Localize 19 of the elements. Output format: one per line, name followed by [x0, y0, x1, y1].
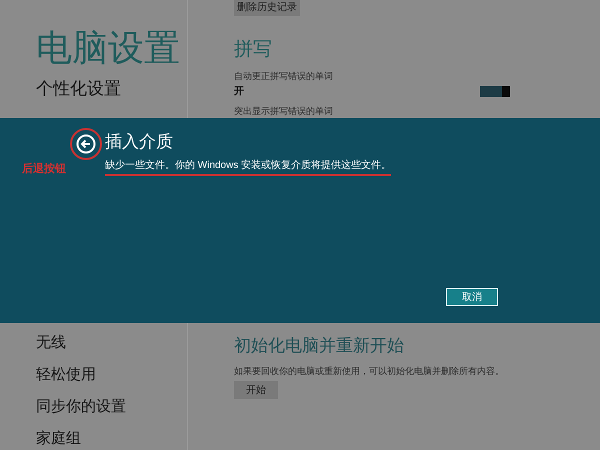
toggle-switch[interactable] [480, 86, 510, 96]
nav-item[interactable]: 个性化设置 [36, 76, 187, 102]
section-heading: 拼写 [234, 38, 273, 62]
nav-item[interactable]: 家庭组 [36, 427, 187, 450]
page-title: 电脑设置 [36, 26, 181, 70]
nav-item[interactable]: 同步你的设置 [36, 395, 187, 418]
setting-value: 开 [234, 84, 244, 98]
setting-label: 突出显示拼写错误的单词 [234, 104, 334, 118]
section-heading: 初始化电脑并重新开始 [234, 335, 405, 357]
nav-item[interactable]: 无线 [36, 331, 187, 354]
dialog-title: 插入介质 [105, 131, 174, 153]
delete-history-button[interactable]: 删除历史记录 [234, 0, 300, 16]
start-button[interactable]: 开始 [234, 381, 278, 399]
section-description: 如果要回收你的电脑或重新使用，可以初始化电脑并删除所有内容。 [234, 364, 504, 378]
nav-item[interactable]: 轻松使用 [36, 363, 187, 386]
dialog-message: 缺少一些文件。你的 Windows 安装或恢复介质将提供这些文件。 [105, 158, 392, 176]
annotation-label: 后退按钮 [21, 162, 67, 177]
setting-label: 自动更正拼写错误的单词 [234, 70, 334, 83]
cancel-button[interactable]: 取消 [446, 288, 498, 306]
